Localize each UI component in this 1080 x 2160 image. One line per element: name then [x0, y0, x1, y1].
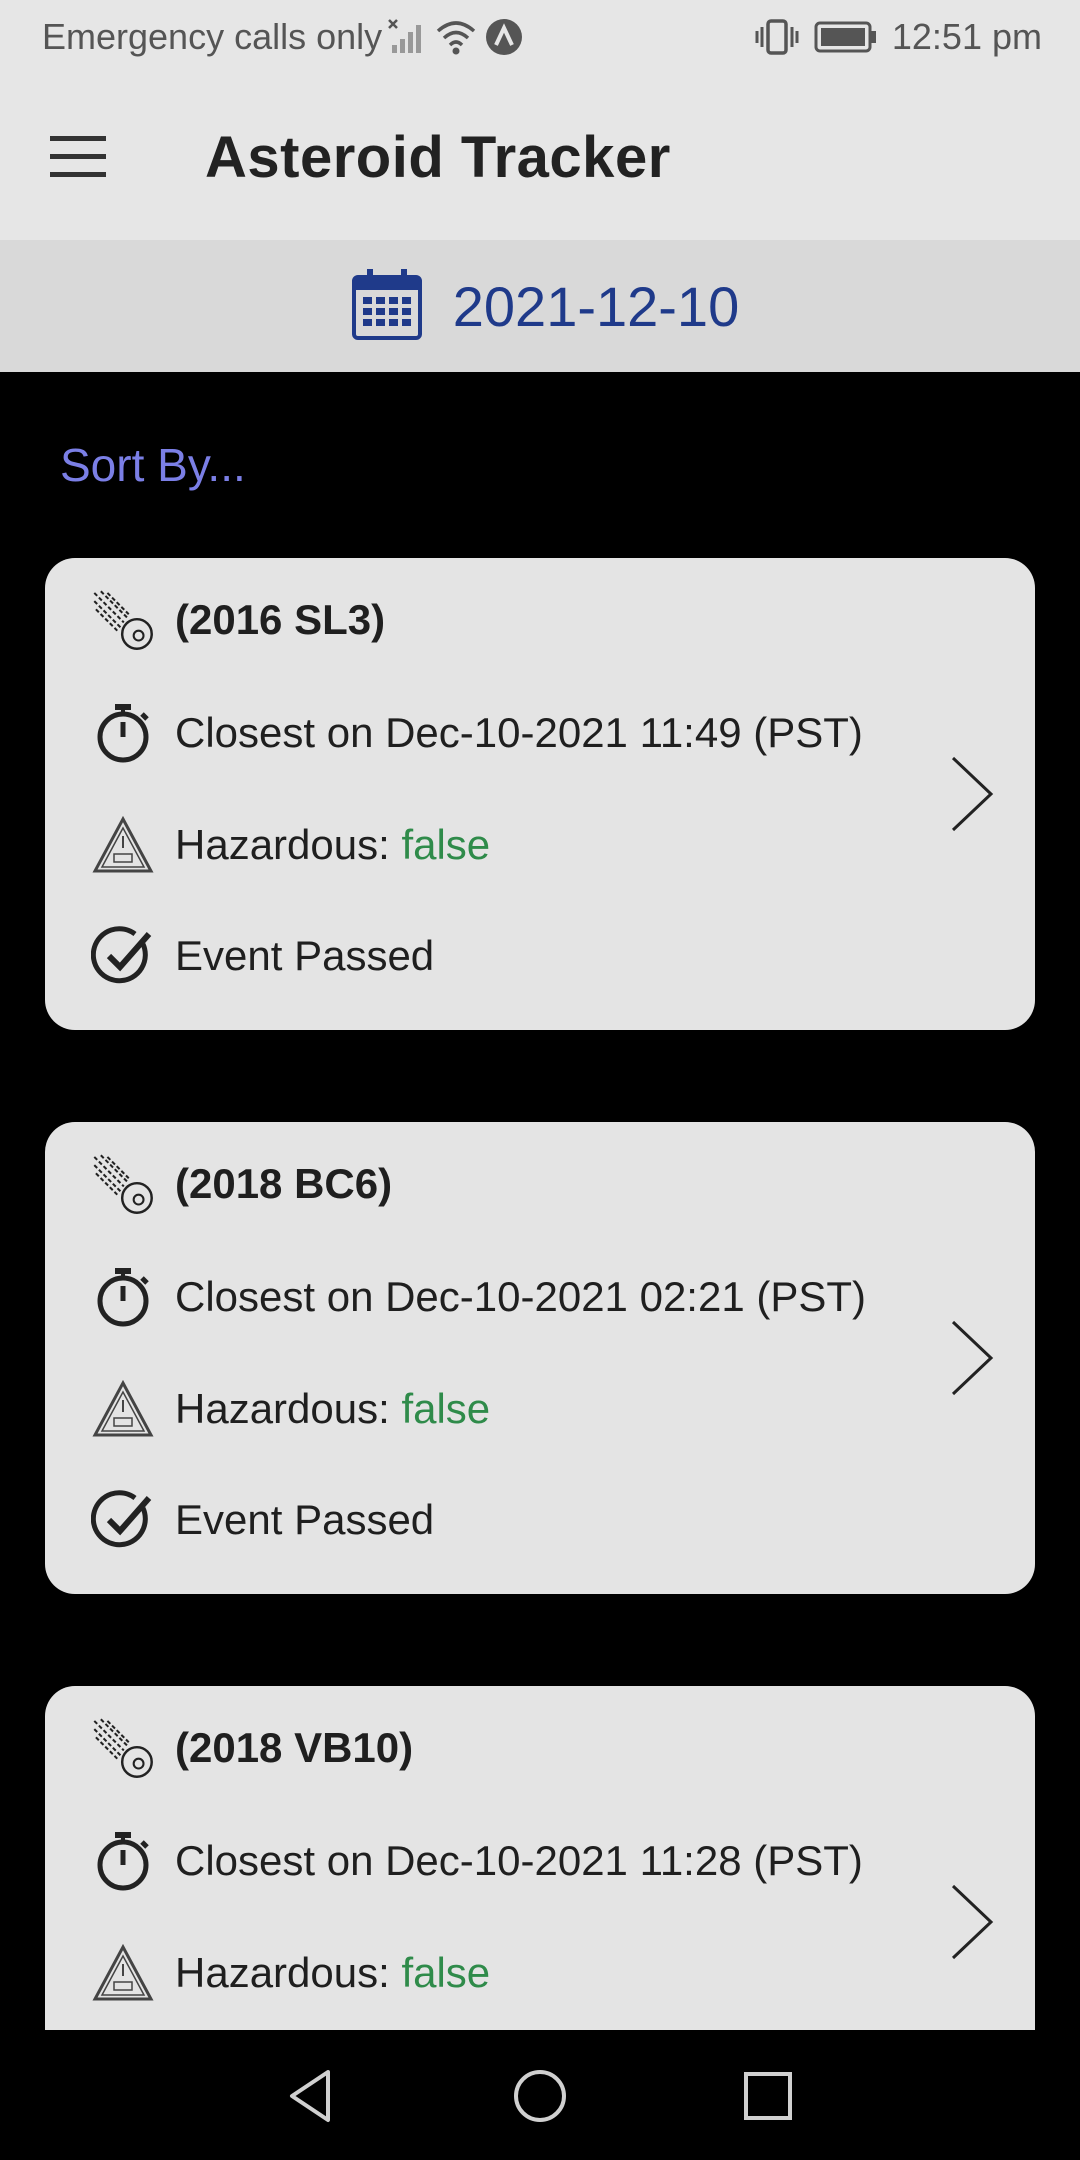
status-bar: Emergency calls only 12:51 pm [0, 0, 1080, 74]
hazardous-value: false [401, 1949, 491, 1996]
asteroid-card[interactable]: (2018 VB10) Closest on Dec-10-2021 11:28… [45, 1686, 1035, 2030]
hazard-warning-icon [91, 813, 155, 877]
hazardous-label: Hazardous: [175, 1385, 402, 1432]
clock-text: 12:51 pm [891, 16, 1042, 57]
status-left: Emergency calls only [42, 16, 524, 58]
asteroid-name: (2016 SL3) [175, 596, 386, 643]
asteroid-icon [91, 588, 155, 652]
back-icon[interactable] [280, 2066, 340, 2126]
battery-icon [814, 20, 878, 54]
stopwatch-icon [91, 1829, 155, 1893]
stopwatch-icon [91, 701, 155, 765]
stopwatch-icon [91, 1265, 155, 1329]
asteroid-icon [91, 1716, 155, 1780]
event-status: Event Passed [175, 932, 435, 979]
hazardous-label: Hazardous: [175, 821, 402, 868]
hazard-warning-icon [91, 1941, 155, 2005]
hazard-warning-icon [91, 1377, 155, 1441]
vibrate-icon [754, 18, 800, 56]
carrier-text: Emergency calls only [42, 16, 383, 57]
check-circle-icon [91, 1488, 155, 1552]
asteroid-card[interactable]: (2018 BC6) Closest on Dec-10-2021 02:21 … [45, 1122, 1035, 1594]
closest-approach-text: Closest on Dec-10-2021 11:28 (PST) [175, 1837, 863, 1884]
chevron-right-icon[interactable] [947, 1318, 997, 1398]
closest-approach-text: Closest on Dec-10-2021 02:21 (PST) [175, 1273, 867, 1320]
asteroid-name: (2018 VB10) [175, 1724, 414, 1771]
asteroid-card[interactable]: (2016 SL3) Closest on Dec-10-2021 11:49 … [45, 558, 1035, 1030]
page-title: Asteroid Tracker [205, 125, 671, 190]
asteroid-icon [91, 1152, 155, 1216]
hazardous-line: Hazardous: false [175, 1385, 490, 1433]
calendar-icon[interactable] [351, 267, 423, 346]
hazardous-label: Hazardous: [175, 1949, 402, 1996]
check-circle-icon [91, 924, 155, 988]
hazardous-line: Hazardous: false [175, 1949, 490, 1997]
app-bar: Asteroid Tracker [0, 74, 1080, 240]
home-icon[interactable] [510, 2066, 570, 2126]
recents-icon[interactable] [738, 2066, 798, 2126]
chevron-right-icon[interactable] [947, 1882, 997, 1962]
chevron-right-icon[interactable] [947, 754, 997, 834]
hamburger-menu-icon[interactable] [50, 134, 106, 180]
status-right: 12:51 pm [754, 16, 1042, 58]
date-picker-bar[interactable]: 2021-12-10 [0, 240, 1080, 372]
selected-date[interactable]: 2021-12-10 [453, 274, 739, 339]
asteroid-name: (2018 BC6) [175, 1160, 393, 1207]
event-status: Event Passed [175, 1496, 435, 1543]
wifi-icon [434, 19, 478, 55]
hazardous-value: false [401, 1385, 491, 1432]
sort-by-button[interactable]: Sort By... [60, 438, 246, 492]
hazardous-value: false [401, 821, 491, 868]
hazardous-line: Hazardous: false [175, 821, 490, 869]
closest-approach-text: Closest on Dec-10-2021 11:49 (PST) [175, 709, 863, 756]
app-notification-icon [484, 17, 524, 57]
no-signal-icon [388, 19, 428, 55]
system-nav-bar [0, 2030, 1080, 2160]
asteroid-list[interactable]: Sort By... (2016 SL3) Closest on Dec-10-… [0, 372, 1080, 2030]
